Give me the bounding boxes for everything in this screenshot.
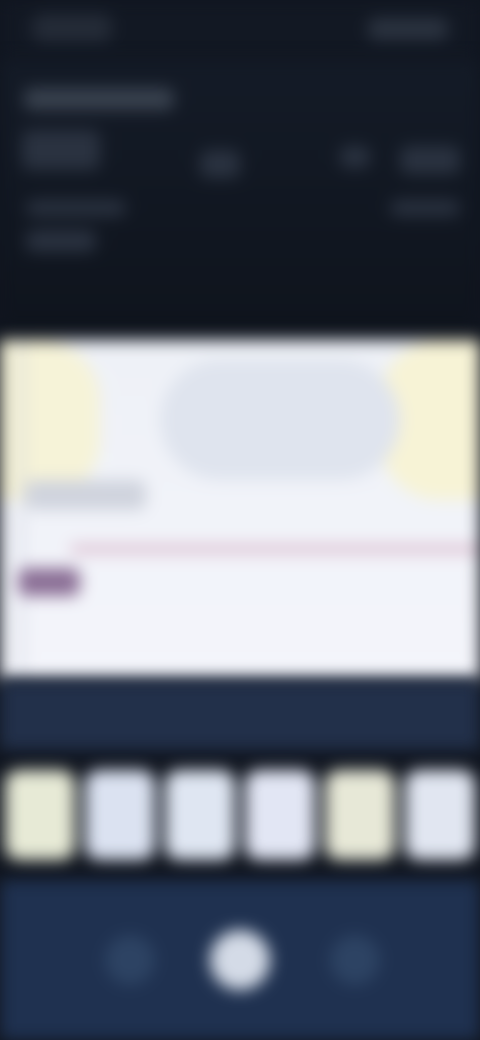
condition-text (26, 230, 96, 252)
tile-bg (85, 770, 155, 860)
tile-bg (165, 770, 235, 860)
chart-label (26, 480, 146, 510)
bottom-nav (0, 880, 480, 1040)
nav-right-icon[interactable] (330, 935, 380, 985)
forecast-tiles (0, 750, 480, 880)
hilo-label (390, 200, 460, 216)
current-marker (18, 568, 80, 596)
daylight-left (0, 340, 100, 500)
condition-icon (200, 150, 240, 178)
status-right-indicators (368, 18, 448, 40)
forecast-tile[interactable] (240, 750, 320, 880)
hourly-chart-panel[interactable] (0, 340, 480, 680)
tile-bg (5, 770, 75, 860)
now-line (20, 340, 23, 680)
forecast-tile[interactable] (400, 750, 480, 880)
tile-bg (245, 770, 315, 860)
forecast-tile[interactable] (320, 750, 400, 880)
current-temperature (22, 130, 100, 170)
nav-left-icon[interactable] (105, 935, 155, 985)
forecast-tile[interactable] (0, 750, 80, 880)
forecast-tile[interactable] (80, 750, 160, 880)
wind-icon (340, 146, 370, 168)
feels-like-label (26, 200, 126, 216)
current-conditions-card (0, 60, 480, 330)
nav-center-button[interactable] (210, 930, 270, 990)
section-divider (0, 680, 480, 750)
temperature-curve (70, 545, 480, 553)
location-title (24, 88, 174, 110)
night-region (160, 360, 400, 480)
aux-value (400, 146, 460, 174)
tile-bg (405, 770, 475, 860)
forecast-tile[interactable] (160, 750, 240, 880)
status-bar (0, 0, 480, 60)
tile-bg (325, 770, 395, 860)
status-left-indicators (32, 14, 112, 42)
